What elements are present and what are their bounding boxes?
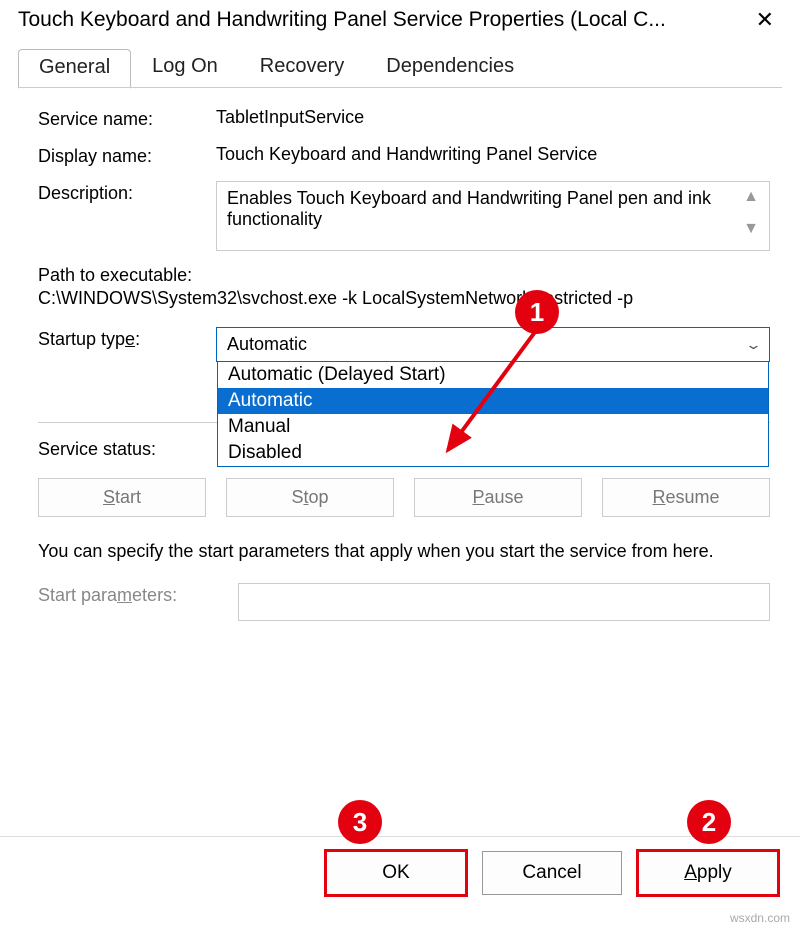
display-name-label: Display name: [38,144,216,167]
path-value: C:\WINDOWS\System32\svchost.exe -k Local… [38,288,770,309]
startup-type-label: Startup type: [38,327,216,350]
pause-button[interactable]: Pause [414,478,582,517]
tab-dependencies[interactable]: Dependencies [365,48,535,88]
service-name-value: TabletInputService [216,107,770,128]
apply-button[interactable]: Apply [638,851,778,895]
tab-log-on[interactable]: Log On [131,48,239,88]
service-status-label: Service status: [38,437,216,460]
scroll-up-icon[interactable]: ▲ [743,188,759,206]
help-text: You can specify the start parameters tha… [38,539,770,563]
ok-button[interactable]: OK [326,851,466,895]
description-text: Enables Touch Keyboard and Handwriting P… [227,188,733,230]
description-scroll[interactable]: ▲ ▼ [733,188,759,238]
resume-button[interactable]: Resume [602,478,770,517]
description-box: Enables Touch Keyboard and Handwriting P… [216,181,770,251]
tab-recovery[interactable]: Recovery [239,48,365,88]
dialog-button-bar: OK Cancel Apply [0,836,800,909]
display-name-value: Touch Keyboard and Handwriting Panel Ser… [216,144,770,165]
tab-strip: General Log On Recovery Dependencies [18,48,800,88]
chevron-down-icon: ⌄ [745,337,762,353]
start-parameters-label: Start parameters: [38,583,238,606]
close-icon[interactable]: ✕ [744,9,786,31]
watermark: wsxdn.com [730,911,790,925]
service-name-label: Service name: [38,107,216,130]
window-title: Touch Keyboard and Handwriting Panel Ser… [18,8,666,32]
callout-1: 1 [515,290,559,334]
start-parameters-input[interactable] [238,583,770,621]
scroll-down-icon[interactable]: ▼ [743,220,759,238]
start-button[interactable]: Start [38,478,206,517]
stop-button[interactable]: Stop [226,478,394,517]
startup-type-value: Automatic [227,334,307,355]
cancel-button[interactable]: Cancel [482,851,622,895]
path-label: Path to executable: [38,265,770,286]
callout-2: 2 [687,800,731,844]
tab-general[interactable]: General [18,49,131,89]
description-label: Description: [38,181,216,204]
arrow-1-icon [440,322,560,462]
callout-3: 3 [338,800,382,844]
